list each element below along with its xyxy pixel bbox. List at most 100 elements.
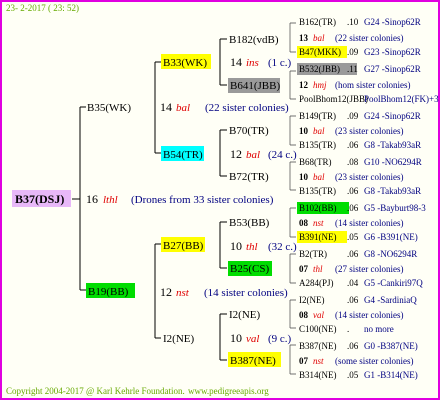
gen5-ibl: .09: [347, 111, 359, 121]
gen5-code: nst: [313, 356, 324, 366]
gen5-gen: 07: [299, 264, 309, 274]
sd-id[interactable]: B54(TR): [163, 149, 203, 161]
gen5-code: bal: [313, 172, 325, 182]
ss-id[interactable]: B33(WK): [163, 57, 207, 69]
gen5-origin: G8 -NO6294R: [364, 249, 417, 259]
gen5-ibl: .09: [347, 47, 359, 57]
dds-id[interactable]: I2(NE): [229, 309, 260, 321]
gen5-ibl: .11: [347, 64, 358, 74]
gen5-gen: 13: [299, 33, 309, 43]
gen5-origin: G8 -Takab93aR: [364, 140, 421, 150]
dd-id[interactable]: I2(NE): [163, 333, 194, 345]
gen5-origin: G10 -NO6294R: [364, 157, 422, 167]
sdd-id[interactable]: B72(TR): [229, 171, 269, 183]
gen5-id[interactable]: C100(NE): [299, 324, 337, 334]
pedigree-chart: 23- 2-2017 ( 23: 52) Copyright 2004-2017…: [6, 3, 439, 396]
gen5-origin: G1 -B314(NE): [364, 370, 418, 380]
gen5-note: (23 sister colonies): [335, 172, 403, 182]
gen5-note: (27 sister colonies): [335, 264, 403, 274]
gen5-origin: G27 -Sinop62R: [364, 64, 421, 74]
gen5-rows: B162(TR) .10 G24 -Sinop62R13 bal (22 sister …: [297, 17, 439, 380]
gen5-note: (14 sister colonies): [335, 218, 403, 228]
gen5-ibl: .05: [347, 370, 359, 380]
gen5-ibl: .06: [347, 295, 359, 305]
gen5-gen: 12: [299, 80, 309, 90]
gen5-note: (14 sister colonies): [335, 310, 403, 320]
gen5-origin: G6 -B391(NE): [364, 232, 418, 242]
gen5-ibl: .10: [347, 17, 359, 27]
sire-code: bal: [176, 102, 190, 114]
gen5-gen: 08: [299, 218, 309, 228]
sire-id[interactable]: B35(WK): [87, 102, 131, 114]
ssd-id[interactable]: B641(JBB): [230, 80, 280, 92]
gen5-ibl: .05: [347, 232, 359, 242]
gen5-origin: G0 -B387(NE): [364, 341, 418, 351]
dam-gen: 12: [160, 285, 172, 299]
gen5-id[interactable]: PoolBhom12(JBB): [299, 94, 368, 104]
root-gen: 16: [86, 192, 98, 206]
root-code: lthl: [103, 194, 118, 206]
gen5-note: (22 sister colonies): [335, 33, 403, 43]
gen5-code: thl: [313, 264, 323, 274]
site-text: www.pedigreeapis.org: [188, 386, 269, 396]
gen5-origin: G5 -Cankiri97Q: [364, 278, 423, 288]
gen5-ibl: .06: [347, 140, 359, 150]
gen5-gen: 10: [299, 172, 309, 182]
sd-code: bal: [246, 149, 260, 161]
gen5-id[interactable]: B2(TR): [299, 249, 327, 259]
root-note: (Drones from 33 sister colonies): [131, 194, 274, 206]
gen5-id[interactable]: B391(NE): [299, 232, 337, 242]
gen5-origin: no more: [364, 324, 394, 334]
ds-code: thl: [246, 241, 258, 253]
sds-id[interactable]: B70(TR): [229, 125, 269, 137]
ss-code: ins: [246, 57, 259, 69]
gen5-origin: G8 -Takab93aR: [364, 186, 421, 196]
ss-gen: 14: [230, 55, 242, 69]
date-stamp: 23- 2-2017 ( 23: 52): [6, 3, 79, 13]
gen5-origin: G5 -Bayburt98-3: [364, 203, 426, 213]
gen5-ibl: .08: [347, 157, 359, 167]
sire-gen: 14: [160, 100, 172, 114]
dsd-id[interactable]: B25(CS): [230, 263, 269, 275]
gen5-id[interactable]: B135(TR): [299, 186, 336, 196]
gen5-note: (hom sister colonies): [335, 80, 411, 90]
gen5-note: (23 sister colonies): [335, 126, 403, 136]
dam-note: (14 sister colonies): [204, 287, 288, 299]
gen5-code: bal: [313, 126, 325, 136]
gen5-code: nst: [313, 218, 324, 228]
gen5-id[interactable]: B102(BB): [299, 203, 337, 213]
gen5-id[interactable]: B135(TR): [299, 140, 336, 150]
gen5-gen: 10: [299, 126, 309, 136]
ddd-id[interactable]: B387(NE): [230, 355, 276, 367]
gen5-id[interactable]: B47(MKK): [299, 47, 341, 57]
sss-id[interactable]: B182(vdB): [229, 34, 279, 46]
gen5-origin: G4 -SardiniaQ: [364, 295, 417, 305]
dd-note: (9 c.): [268, 333, 292, 345]
gen5-code: val: [313, 310, 324, 320]
gen5-note: (some sister colonies): [335, 356, 413, 366]
root-id[interactable]: B37(DSJ): [15, 192, 64, 206]
ss-note: (1 c.): [268, 57, 292, 69]
ds-note: (32 c.): [268, 241, 297, 253]
ds-gen: 10: [230, 239, 242, 253]
dss-id[interactable]: B53(BB): [229, 217, 270, 229]
dd-code: val: [246, 333, 259, 345]
gen5-id[interactable]: A284(PJ): [299, 278, 334, 288]
gen5-ibl: .: [347, 324, 349, 334]
gen5-id[interactable]: B149(TR): [299, 111, 336, 121]
gen5-id[interactable]: B387(NE): [299, 341, 337, 351]
gen5-code: hmj: [313, 80, 327, 90]
gen5-id[interactable]: B532(JBB): [299, 64, 340, 74]
gen5-gen: 07: [299, 356, 309, 366]
gen5-id[interactable]: B314(NE): [299, 370, 337, 380]
gen5-id[interactable]: B162(TR): [299, 17, 336, 27]
dam-id[interactable]: B19(BB): [88, 286, 129, 298]
gen5-id[interactable]: I2(NE): [299, 295, 325, 305]
gen5-ibl: .06: [347, 249, 359, 259]
dd-gen: 10: [230, 331, 242, 345]
sd-gen: 12: [230, 147, 242, 161]
gen5-gen: 08: [299, 310, 309, 320]
gen5-origin: G24 -Sinop62R: [364, 17, 421, 27]
gen5-id[interactable]: B68(TR): [299, 157, 332, 167]
ds-id[interactable]: B27(BB): [163, 240, 204, 252]
